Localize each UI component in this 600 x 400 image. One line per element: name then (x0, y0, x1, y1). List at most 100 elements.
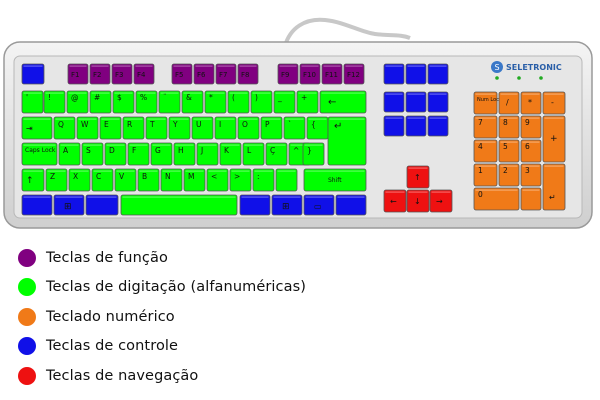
key-row4-3[interactable]: C (91, 168, 114, 192)
key-alt-left[interactable] (85, 194, 119, 216)
key-row4-7[interactable]: M (183, 168, 206, 192)
key-row3-3[interactable]: D (104, 142, 127, 166)
key-control-a-2[interactable] (405, 91, 427, 113)
key-row3-9[interactable]: L (242, 142, 265, 166)
key-arrow-left[interactable]: ← (383, 189, 407, 213)
key-f1[interactable]: F1 (67, 63, 89, 85)
key-row1-10[interactable]: ( (227, 90, 250, 114)
key-esc[interactable] (21, 63, 45, 85)
key-row4-5[interactable]: B (137, 168, 160, 192)
key-enter[interactable]: ↵ (327, 116, 367, 166)
key-num-2[interactable]: 2 (498, 163, 520, 187)
key-row4-10[interactable]: : (252, 168, 275, 192)
key-num-star[interactable]: * (520, 91, 542, 115)
key-control-b-1[interactable] (383, 115, 405, 137)
key-control-b-3[interactable] (427, 115, 449, 137)
key-alt-gr[interactable] (239, 194, 271, 216)
key-f7[interactable]: F7 (215, 63, 237, 85)
key-num-9[interactable]: 9 (520, 115, 542, 139)
key-shift-left[interactable]: ↑ (21, 168, 45, 192)
key-row1-8[interactable]: & (181, 90, 204, 114)
key-control-b-2[interactable] (405, 115, 427, 137)
key-win-left[interactable]: ⊞ (53, 194, 85, 216)
key-menu[interactable]: ▭ (303, 194, 335, 216)
key-num-7[interactable]: 7 (473, 115, 498, 139)
key-arrow-up[interactable]: ↑ (406, 165, 430, 189)
key-row2-p[interactable]: P (260, 116, 283, 140)
key-row2-u[interactable]: U (191, 116, 214, 140)
key-row4-2[interactable]: X (68, 168, 91, 192)
key-row2-y[interactable]: Y (168, 116, 191, 140)
key-row2-i[interactable]: I (214, 116, 237, 140)
key-ctrl-right[interactable] (335, 194, 367, 216)
key-row2-e[interactable]: E (99, 116, 122, 140)
key-num-3[interactable]: 3 (520, 163, 542, 187)
key-row4-4[interactable]: V (114, 168, 137, 192)
key-row1-6[interactable]: % (135, 90, 158, 114)
key-row4-8[interactable]: < (206, 168, 229, 192)
key-f9[interactable]: F9 (277, 63, 299, 85)
key-row4-1[interactable]: Z (45, 168, 68, 192)
key-row1-12[interactable]: _ (273, 90, 296, 114)
key-row3-4[interactable]: F (127, 142, 150, 166)
key-row3-12[interactable]: } (302, 142, 325, 166)
key-ctrl-left[interactable] (21, 194, 53, 216)
key-arrow-right[interactable]: → (429, 189, 453, 213)
key-num-enter[interactable]: ↵ (542, 163, 566, 211)
key-row3-8[interactable]: K (219, 142, 242, 166)
key-row2-r[interactable]: R (122, 116, 145, 140)
key-row2-q[interactable]: Q (53, 116, 76, 140)
key-backspace[interactable]: ← (319, 90, 367, 114)
key-control-top-2[interactable] (405, 63, 427, 85)
key-num-slash[interactable]: / (498, 91, 520, 115)
key-control-a-3[interactable] (427, 91, 449, 113)
key-f12[interactable]: F12 (343, 63, 365, 85)
key-row1-5[interactable]: $ (112, 90, 135, 114)
key-f3[interactable]: F3 (111, 63, 133, 85)
key-f10[interactable]: F10 (299, 63, 321, 85)
key-row4-9[interactable]: > (229, 168, 252, 192)
key-num-dot[interactable] (520, 187, 542, 211)
key-row3-2[interactable]: S (81, 142, 104, 166)
key-f5[interactable]: F5 (171, 63, 193, 85)
key-row1-11[interactable]: ) (250, 90, 273, 114)
key-row1-9[interactable]: * (204, 90, 227, 114)
key-row2-t[interactable]: T (145, 116, 168, 140)
key-row3-5[interactable]: G (150, 142, 173, 166)
key-control-top-1[interactable] (383, 63, 405, 85)
key-f11[interactable]: F11 (321, 63, 343, 85)
key-row3-1[interactable]: A (58, 142, 81, 166)
key-arrow-down[interactable]: ↓ (406, 189, 430, 213)
key-f4[interactable]: F4 (133, 63, 155, 85)
key-row2-`[interactable]: ` (283, 116, 306, 140)
key-f6[interactable]: F6 (193, 63, 215, 85)
key-row4-6[interactable]: N (160, 168, 183, 192)
key-space[interactable] (120, 194, 238, 216)
key-row1-7[interactable]: ¨ (158, 90, 181, 114)
key-control-top-3[interactable] (427, 63, 449, 85)
key-num-5[interactable]: 5 (498, 139, 520, 163)
key-f8[interactable]: F8 (237, 63, 259, 85)
key-row4-11[interactable] (275, 168, 298, 192)
key-num-0[interactable]: 0 (473, 187, 520, 211)
key-row2-w[interactable]: W (76, 116, 99, 140)
key-tab[interactable]: ⇥ (21, 116, 53, 140)
key-num-6[interactable]: 6 (520, 139, 542, 163)
key-row3-6[interactable]: H (173, 142, 196, 166)
key-num-4[interactable]: 4 (473, 139, 498, 163)
key-control-a-1[interactable] (383, 91, 405, 113)
key-caps-lock[interactable]: Caps Lock (21, 142, 58, 166)
key-row2-o[interactable]: O (237, 116, 260, 140)
key-row1-13[interactable]: + (296, 90, 319, 114)
key-num-1[interactable]: 1 (473, 163, 498, 187)
key-row3-7[interactable]: J (196, 142, 219, 166)
key-row3-10[interactable]: Ç (265, 142, 288, 166)
key-num-minus[interactable]: - (542, 91, 566, 115)
key-row1-4[interactable]: # (89, 90, 112, 114)
key-num-plus[interactable]: + (542, 115, 566, 163)
key-row1-3[interactable]: @ (66, 90, 89, 114)
key-win-right[interactable]: ⊞ (271, 194, 303, 216)
key-shift-right[interactable]: Shift (303, 168, 367, 192)
key-num-8[interactable]: 8 (498, 115, 520, 139)
key-row2-{[interactable]: { (306, 116, 329, 140)
